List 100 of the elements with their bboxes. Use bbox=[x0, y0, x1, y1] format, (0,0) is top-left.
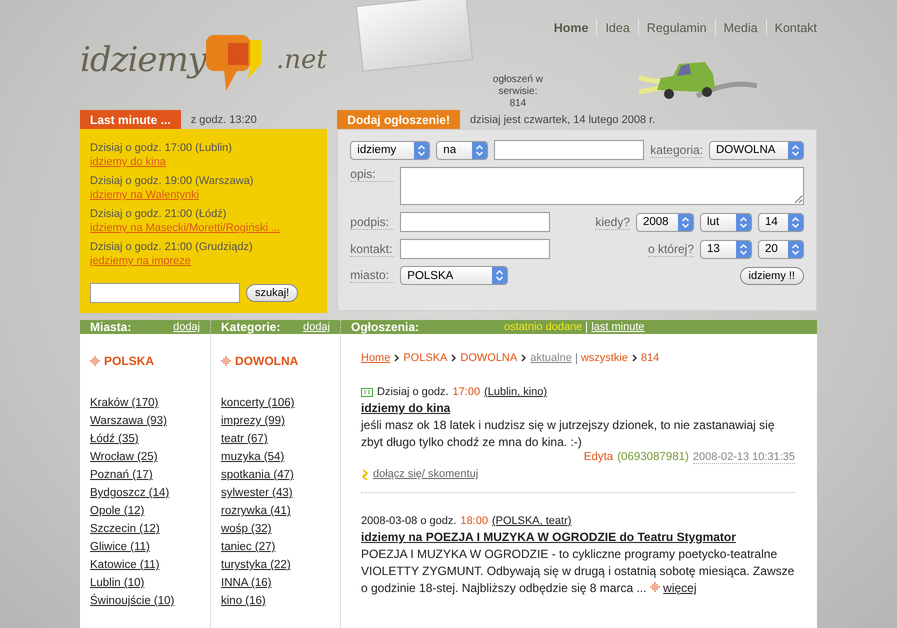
field-label: opis: bbox=[350, 167, 394, 182]
current-filter: DOWOLNA bbox=[235, 354, 298, 368]
search-button[interactable]: szukaj! bbox=[246, 284, 298, 302]
counter-label: ogłoszeń w serwisie: bbox=[492, 74, 544, 98]
event-time: Dzisiaj o godz. 21:00 (Łódź) bbox=[90, 207, 228, 221]
event-date: Dzisiaj o godz. bbox=[377, 386, 449, 398]
field-label: kontakt: bbox=[350, 242, 394, 256]
input-field[interactable] bbox=[400, 212, 550, 232]
category-link[interactable]: turystyka (22) bbox=[221, 556, 291, 574]
nav-link[interactable]: Media bbox=[714, 20, 766, 36]
updown-arrows-icon bbox=[472, 142, 488, 158]
dotted-diamond-icon bbox=[221, 356, 231, 366]
column-title: Kategorie: bbox=[221, 320, 280, 334]
field-label: miasto: bbox=[350, 268, 394, 283]
updown-arrows-icon bbox=[736, 240, 751, 258]
chevron-icon bbox=[632, 354, 637, 362]
city-link[interactable]: Katowice (11) bbox=[90, 556, 160, 574]
ad-description: jeśli masz ok 18 latek i nudzisz się w jutrzejszy dzionek, to nie zastanawiaj się zbyt długo tylko chodź ze mna do kina. :-) bbox=[361, 417, 776, 451]
updown-arrows-icon bbox=[678, 214, 693, 230]
section-title: Dodaj ogłoszenie! bbox=[337, 110, 460, 129]
event-time: Dzisiaj o godz. 21:00 (Grudziądz) bbox=[90, 240, 254, 254]
category-link[interactable]: koncerty (106) bbox=[221, 394, 295, 412]
dropdown[interactable]: POLSKA bbox=[400, 266, 508, 285]
column-title: Ogłoszenia: bbox=[351, 320, 420, 334]
result-count: 814 bbox=[640, 352, 660, 364]
submit-button[interactable]: idziemy !! bbox=[740, 266, 804, 284]
current-filter: POLSKA bbox=[104, 354, 154, 368]
chevron-icon bbox=[394, 354, 400, 362]
city-link[interactable]: Poznań (17) bbox=[90, 466, 153, 484]
ad-description: POEZJA I MUZYKA W OGRODZIE - to cykliczne programy poetycko-teatralne VIOLETTY ZYGMUNT. Odbywają się w drugą i ostatnią sobotę miesiąca. Zawsze o godzinie 18-stej. Najbliższy odbędzie się 8 marca ... więcej bbox=[361, 546, 795, 597]
ad-title-link[interactable]: idziemy do kina bbox=[361, 401, 450, 415]
chevron-icon bbox=[521, 354, 526, 362]
input-field[interactable] bbox=[494, 140, 644, 160]
nav-link[interactable]: Idea bbox=[596, 20, 638, 36]
more-link[interactable]: więcej bbox=[663, 581, 697, 595]
dotted-diamond-icon bbox=[650, 582, 660, 592]
author-name: Edyta bbox=[584, 451, 614, 464]
phone-number: (0693087981) bbox=[617, 451, 689, 464]
category-link[interactable]: imprezy (99) bbox=[221, 412, 285, 430]
category-link[interactable]: teatr (67) bbox=[221, 430, 268, 448]
updown-arrows-icon bbox=[788, 214, 803, 230]
section-title: Last minute ... bbox=[80, 110, 181, 129]
city-link[interactable]: Szczecin (12) bbox=[90, 520, 160, 538]
search-field[interactable] bbox=[90, 283, 240, 303]
category-link[interactable]: kino (16) bbox=[221, 592, 266, 610]
city-link[interactable]: Opole (12) bbox=[90, 502, 144, 520]
updown-arrows-icon bbox=[788, 240, 803, 258]
arrows-icon bbox=[361, 468, 369, 480]
dropdown[interactable]: 2008 bbox=[636, 212, 694, 232]
field-label: kiedy? bbox=[595, 214, 630, 230]
field-label: podpis: bbox=[350, 214, 394, 230]
chevron-icon bbox=[451, 354, 456, 362]
category-link[interactable]: INNA (16) bbox=[221, 574, 272, 592]
comment-link[interactable]: dołącz się/ skomentuj bbox=[373, 468, 478, 480]
logo-suffix: .net bbox=[276, 45, 327, 75]
dropdown[interactable]: DOWOLNA bbox=[709, 140, 804, 160]
updown-arrows-icon bbox=[492, 267, 508, 284]
city-link[interactable]: Wrocław (25) bbox=[90, 448, 158, 466]
updown-arrows-icon bbox=[736, 214, 751, 230]
dropdown[interactable]: 14 bbox=[758, 212, 804, 232]
category-link[interactable]: wośp (32) bbox=[221, 520, 272, 538]
category-link[interactable]: rozrywka (41) bbox=[221, 502, 291, 520]
dropdown[interactable]: 20 bbox=[758, 240, 804, 258]
time-note: z godz. 13:20 bbox=[190, 114, 257, 128]
city-link[interactable]: Lublin (10) bbox=[90, 574, 144, 592]
dropdown[interactable]: na bbox=[436, 140, 488, 160]
city-link[interactable]: Łódź (35) bbox=[90, 430, 139, 448]
view-link[interactable]: wszystkie bbox=[580, 352, 628, 364]
date-note: dzisiaj jest czwartek, 14 lutego 2008 r. bbox=[468, 114, 656, 128]
updown-arrows-icon bbox=[788, 142, 803, 158]
description-field[interactable] bbox=[400, 167, 804, 205]
dotted-diamond-icon bbox=[90, 356, 100, 366]
field-label: kategoria: bbox=[650, 142, 703, 158]
city-link[interactable]: Gliwice (11) bbox=[90, 538, 150, 556]
category-link[interactable]: spotkania (47) bbox=[221, 466, 294, 484]
city-link[interactable]: Kraków (170) bbox=[90, 394, 158, 412]
dropdown[interactable]: idziemy bbox=[350, 140, 430, 160]
updown-arrows-icon bbox=[414, 142, 430, 158]
category-link[interactable]: sylwester (43) bbox=[221, 484, 293, 502]
view-link[interactable]: aktualne bbox=[530, 352, 572, 364]
nav-link[interactable]: Regulamin bbox=[638, 20, 715, 36]
nav-link[interactable]: Kontakt bbox=[766, 20, 817, 36]
input-field[interactable] bbox=[400, 239, 550, 259]
dropdown[interactable]: 13 bbox=[700, 240, 752, 258]
breadcrumb-text: DOWOLNA bbox=[460, 352, 518, 364]
city-link[interactable]: Świnoujście (10) bbox=[90, 592, 174, 610]
field-label: o której? bbox=[648, 242, 694, 256]
counter-value: 814 bbox=[510, 98, 526, 110]
column-title: Miasta: bbox=[90, 320, 132, 334]
breadcrumb-link[interactable]: Home bbox=[361, 352, 390, 364]
breadcrumb-text: POLSKA bbox=[403, 352, 448, 364]
dropdown[interactable]: lut bbox=[700, 212, 752, 232]
city-link[interactable]: Bydgoszcz (14) bbox=[90, 484, 170, 502]
category-link[interactable]: taniec (27) bbox=[221, 538, 276, 556]
ad-title-link[interactable]: idziemy na POEZJA I MUZYKA W OGRODZIE do Teatru Stygmator bbox=[361, 530, 736, 544]
category-link[interactable]: muzyka (54) bbox=[221, 448, 284, 466]
nav-link[interactable]: Home bbox=[546, 20, 596, 36]
tag-link[interactable]: (Lublin, kino) bbox=[484, 386, 548, 398]
city-link[interactable]: Warszawa (93) bbox=[90, 412, 167, 430]
tag-link[interactable]: (POLSKA, teatr) bbox=[492, 515, 572, 527]
